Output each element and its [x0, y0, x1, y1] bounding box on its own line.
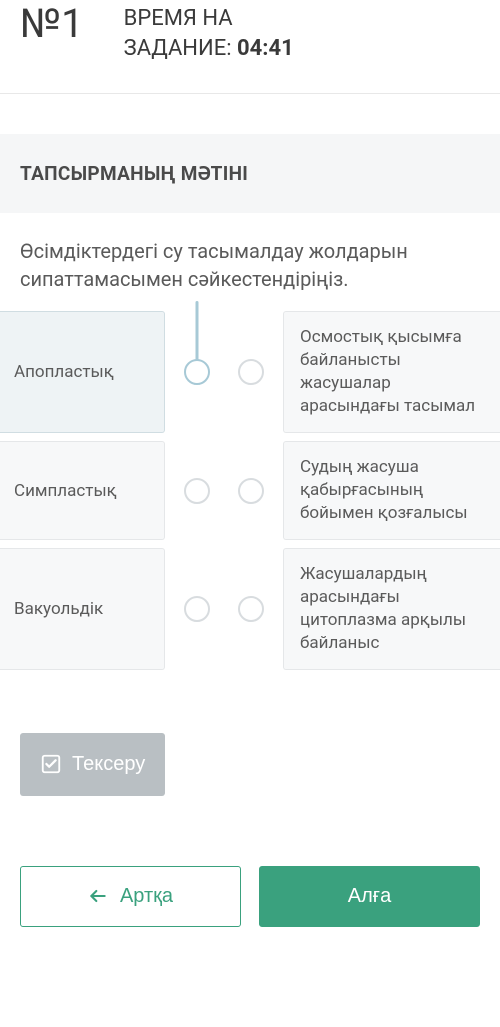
right-option-cytoplasm[interactable]: Жасушалардың арасындағы цитоплазма арқыл… — [283, 548, 500, 670]
connector-wrap — [184, 359, 210, 385]
timer-label-2: ЗАДАНИЕ: — [124, 36, 232, 61]
match-row: Вакуольдік Жасушалардың арасындағы цитоп… — [0, 548, 500, 670]
left-option-label: Вакуольдік — [14, 599, 103, 619]
match-row: Симпластық Судың жасуша қабырғасының бой… — [0, 441, 500, 540]
left-endpoint-circle[interactable] — [184, 596, 210, 622]
check-button[interactable]: Тексеру — [20, 733, 165, 796]
left-endpoint-circle[interactable] — [184, 478, 210, 504]
left-endpoint-circle-active[interactable] — [184, 359, 210, 385]
task-prompt: Өсімдіктердегі су тасымалдау жолдарын си… — [0, 213, 500, 311]
left-option-vacuolar[interactable]: Вакуольдік — [0, 548, 165, 670]
connector-line — [196, 301, 199, 361]
right-option-label: Судың жасуша қабырғасының бойымен қозғал… — [300, 456, 484, 525]
left-option-label: Апопластық — [14, 362, 114, 382]
matching-area: Апопластық Осмостық қысымға байланысты ж… — [0, 311, 500, 677]
match-row: Апопластық Осмостық қысымға байланысты ж… — [0, 311, 500, 433]
right-endpoint-circle[interactable] — [238, 596, 264, 622]
left-connector-col — [175, 441, 219, 540]
question-number: №1 — [20, 0, 84, 47]
arrow-left-icon — [88, 886, 108, 906]
timer-value: 04:41 — [237, 36, 294, 61]
right-option-cellwall[interactable]: Судың жасуша қабырғасының бойымен қозғал… — [283, 441, 500, 540]
task-section-title: ТАПСЫРМАНЫҢ МӘТІНІ — [20, 162, 480, 185]
check-icon — [40, 753, 62, 775]
task-section-header: ТАПСЫРМАНЫҢ МӘТІНІ — [0, 134, 500, 213]
right-endpoint-circle[interactable] — [238, 359, 264, 385]
right-connector-col — [229, 548, 273, 670]
check-button-label: Тексеру — [72, 753, 145, 776]
left-connector-col — [175, 548, 219, 670]
divider — [0, 93, 500, 94]
right-option-osmotic[interactable]: Осмостық қысымға байланысты жасушалар ар… — [283, 311, 500, 433]
left-option-apoplast[interactable]: Апопластық — [0, 311, 165, 433]
left-option-label: Симпластық — [14, 481, 117, 501]
left-connector-col — [175, 311, 219, 433]
nav-buttons: Артқа Алға — [0, 866, 500, 927]
right-option-label: Осмостық қысымға байланысты жасушалар ар… — [300, 326, 484, 418]
right-option-label: Жасушалардың арасындағы цитоплазма арқыл… — [300, 563, 484, 655]
forward-button-label: Алға — [348, 885, 391, 908]
timer-block: ВРЕМЯ НА ЗАДАНИЕ: 04:41 — [124, 4, 294, 63]
forward-button[interactable]: Алға — [259, 866, 480, 927]
back-button[interactable]: Артқа — [20, 866, 241, 927]
timer-label-1: ВРЕМЯ НА — [124, 6, 233, 31]
left-option-symplast[interactable]: Симпластық — [0, 441, 165, 540]
back-button-label: Артқа — [120, 885, 173, 908]
header-bar: №1 ВРЕМЯ НА ЗАДАНИЕ: 04:41 — [0, 0, 500, 83]
right-endpoint-circle[interactable] — [238, 478, 264, 504]
right-connector-col — [229, 441, 273, 540]
right-connector-col — [229, 311, 273, 433]
